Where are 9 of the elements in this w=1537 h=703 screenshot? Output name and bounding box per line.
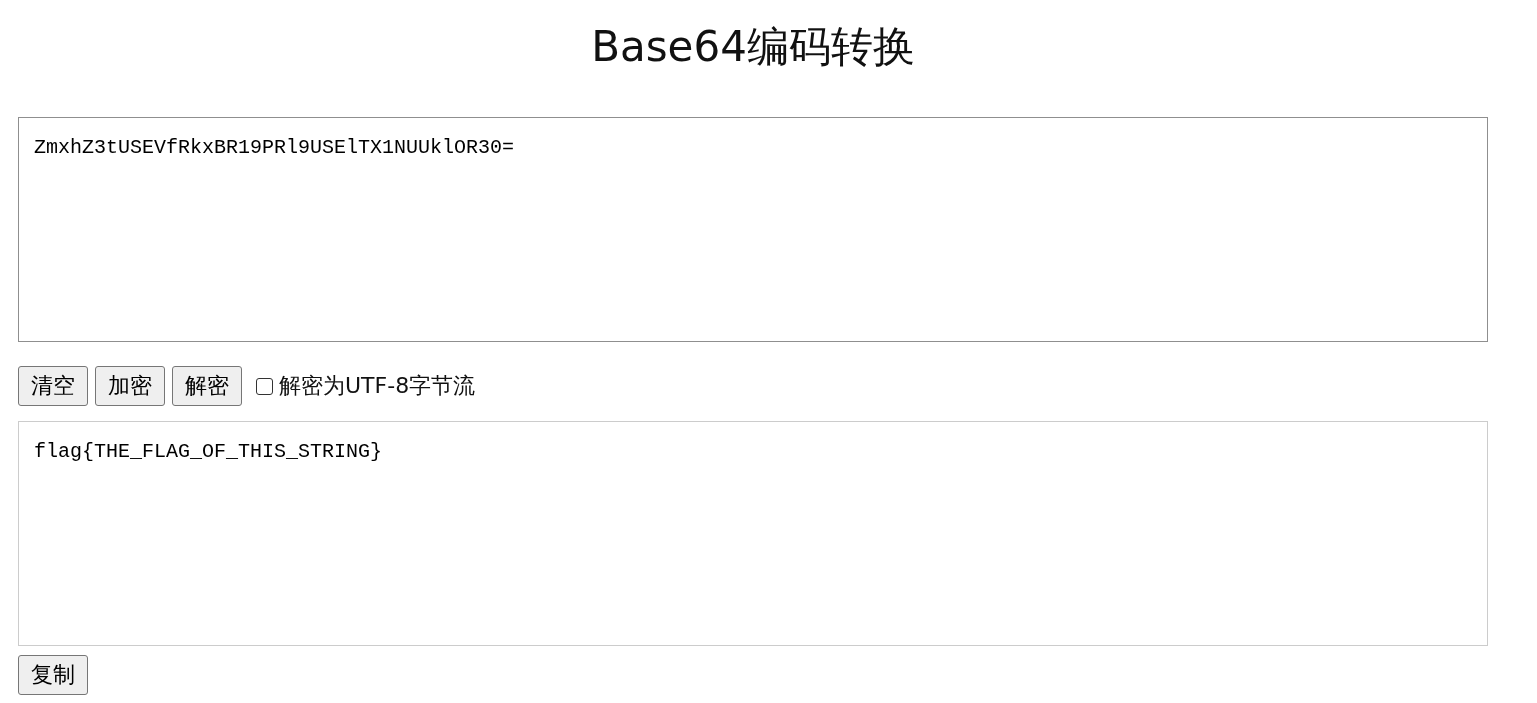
page-title: Base64编码转换: [590, 21, 916, 73]
checkbox[interactable]: [256, 377, 273, 395]
action-button[interactable]: 解密: [172, 366, 242, 406]
copy-button[interactable]: 复制: [18, 655, 88, 695]
action-button[interactable]: 清空: [18, 366, 88, 406]
action-button[interactable]: 加密: [95, 366, 165, 406]
checkbox-label[interactable]: 解密为UTF-8字节流: [279, 371, 476, 401]
output-textarea[interactable]: flag{THE_FLAG_OF_THIS_STRING}: [18, 421, 1488, 646]
input-textarea[interactable]: ZmxhZ3tUSEVfRkxBR19PRl9USElTX1NUUklOR30=: [18, 117, 1488, 342]
